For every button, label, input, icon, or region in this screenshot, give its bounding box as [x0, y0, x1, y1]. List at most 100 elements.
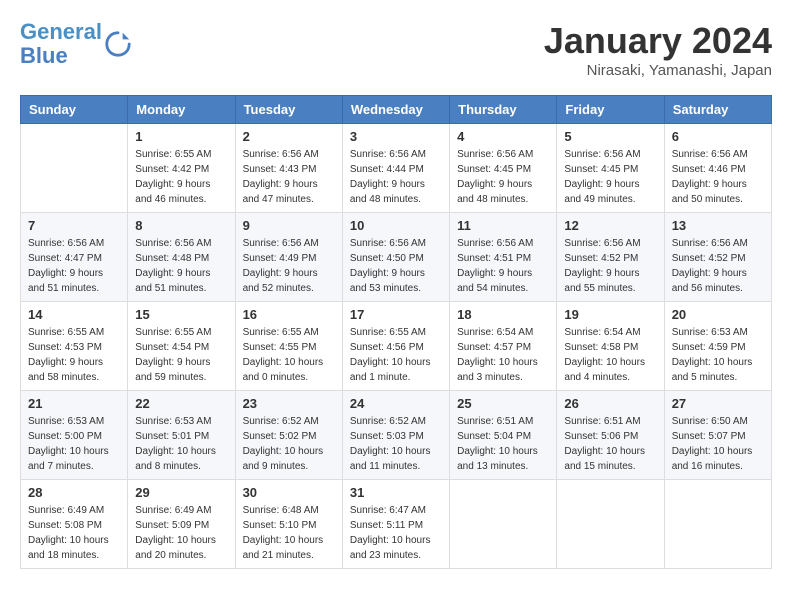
calendar-cell: 18 Sunrise: 6:54 AM Sunset: 4:57 PM Dayli… [450, 302, 557, 391]
day-number: 18 [457, 307, 549, 322]
calendar-cell: 24 Sunrise: 6:52 AM Sunset: 5:03 PM Dayli… [342, 391, 449, 480]
day-info: Sunrise: 6:55 AM Sunset: 4:53 PM Dayligh… [28, 325, 120, 385]
day-number: 22 [135, 396, 227, 411]
day-number: 31 [350, 485, 442, 500]
calendar-header-sunday: Sunday [21, 96, 128, 124]
calendar-header-saturday: Saturday [664, 96, 771, 124]
day-info: Sunrise: 6:54 AM Sunset: 4:57 PM Dayligh… [457, 325, 549, 385]
day-info: Sunrise: 6:56 AM Sunset: 4:51 PM Dayligh… [457, 236, 549, 296]
calendar-cell: 20 Sunrise: 6:53 AM Sunset: 4:59 PM Dayli… [664, 302, 771, 391]
day-info: Sunrise: 6:55 AM Sunset: 4:55 PM Dayligh… [243, 325, 335, 385]
day-info: Sunrise: 6:48 AM Sunset: 5:10 PM Dayligh… [243, 503, 335, 563]
calendar-cell: 2 Sunrise: 6:56 AM Sunset: 4:43 PM Daylig… [235, 124, 342, 213]
calendar-cell: 1 Sunrise: 6:55 AM Sunset: 4:42 PM Daylig… [128, 124, 235, 213]
calendar-cell: 13Sunrise: 6:56 AM Sunset: 4:52 PM Dayli… [664, 213, 771, 302]
calendar-cell [664, 480, 771, 569]
calendar-cell: 5Sunrise: 6:56 AM Sunset: 4:45 PM Daylig… [557, 124, 664, 213]
day-number: 5 [564, 129, 656, 144]
calendar-cell: 6 Sunrise: 6:56 AM Sunset: 4:46 PM Daylig… [664, 124, 771, 213]
calendar-week-1: 1 Sunrise: 6:55 AM Sunset: 4:42 PM Daylig… [21, 124, 772, 213]
day-number: 15 [135, 307, 227, 322]
day-info: Sunrise: 6:50 AM Sunset: 5:07 PM Dayligh… [672, 414, 764, 474]
day-info: Sunrise: 6:53 AM Sunset: 5:00 PM Dayligh… [28, 414, 120, 474]
day-number: 3 [350, 129, 442, 144]
title-block: January 2024 Nirasaki, Yamanashi, Japan [544, 20, 772, 79]
calendar-cell: 15 Sunrise: 6:55 AM Sunset: 4:54 PM Dayli… [128, 302, 235, 391]
day-info: Sunrise: 6:47 AM Sunset: 5:11 PM Dayligh… [350, 503, 442, 563]
calendar-cell: 16 Sunrise: 6:55 AM Sunset: 4:55 PM Dayli… [235, 302, 342, 391]
calendar-cell: 4 Sunrise: 6:56 AM Sunset: 4:45 PM Daylig… [450, 124, 557, 213]
day-info: Sunrise: 6:56 AM Sunset: 4:43 PM Dayligh… [243, 147, 335, 207]
day-number: 27 [672, 396, 764, 411]
calendar-cell: 22 Sunrise: 6:53 AM Sunset: 5:01 PM Dayli… [128, 391, 235, 480]
day-number: 19 [564, 307, 656, 322]
day-number: 2 [243, 129, 335, 144]
day-number: 6 [672, 129, 764, 144]
day-info: Sunrise: 6:52 AM Sunset: 5:02 PM Dayligh… [243, 414, 335, 474]
day-info: Sunrise: 6:56 AM Sunset: 4:49 PM Dayligh… [243, 236, 335, 296]
day-info: Sunrise: 6:55 AM Sunset: 4:56 PM Dayligh… [350, 325, 442, 385]
day-number: 9 [243, 218, 335, 233]
day-info: Sunrise: 6:53 AM Sunset: 5:01 PM Dayligh… [135, 414, 227, 474]
calendar-header-friday: Friday [557, 96, 664, 124]
calendar-week-2: 7Sunrise: 6:56 AM Sunset: 4:47 PM Daylig… [21, 213, 772, 302]
day-number: 20 [672, 307, 764, 322]
day-number: 14 [28, 307, 120, 322]
day-number: 26 [564, 396, 656, 411]
calendar-week-3: 14 Sunrise: 6:55 AM Sunset: 4:53 PM Dayli… [21, 302, 772, 391]
logo: General Blue [20, 20, 132, 68]
day-number: 30 [243, 485, 335, 500]
calendar-cell: 31 Sunrise: 6:47 AM Sunset: 5:11 PM Dayli… [342, 480, 449, 569]
page-header: General Blue January 2024 Nirasaki, Yama… [20, 20, 772, 79]
day-number: 28 [28, 485, 120, 500]
calendar-cell: 10 Sunrise: 6:56 AM Sunset: 4:50 PM Dayli… [342, 213, 449, 302]
logo-icon [104, 30, 132, 58]
day-number: 24 [350, 396, 442, 411]
day-info: Sunrise: 6:56 AM Sunset: 4:52 PM Dayligh… [564, 236, 656, 296]
day-number: 16 [243, 307, 335, 322]
location: Nirasaki, Yamanashi, Japan [544, 62, 772, 79]
day-info: Sunrise: 6:56 AM Sunset: 4:46 PM Dayligh… [672, 147, 764, 207]
calendar-cell: 7Sunrise: 6:56 AM Sunset: 4:47 PM Daylig… [21, 213, 128, 302]
logo-text: General Blue [20, 20, 102, 68]
calendar-cell: 21 Sunrise: 6:53 AM Sunset: 5:00 PM Dayli… [21, 391, 128, 480]
calendar-cell [450, 480, 557, 569]
day-number: 29 [135, 485, 227, 500]
day-info: Sunrise: 6:51 AM Sunset: 5:06 PM Dayligh… [564, 414, 656, 474]
day-number: 21 [28, 396, 120, 411]
calendar-cell: 3Sunrise: 6:56 AM Sunset: 4:44 PM Daylig… [342, 124, 449, 213]
calendar-week-4: 21 Sunrise: 6:53 AM Sunset: 5:00 PM Dayli… [21, 391, 772, 480]
day-info: Sunrise: 6:56 AM Sunset: 4:50 PM Dayligh… [350, 236, 442, 296]
day-number: 17 [350, 307, 442, 322]
day-info: Sunrise: 6:55 AM Sunset: 4:42 PM Dayligh… [135, 147, 227, 207]
calendar-cell: 26 Sunrise: 6:51 AM Sunset: 5:06 PM Dayli… [557, 391, 664, 480]
day-number: 12 [564, 218, 656, 233]
calendar-cell: 25 Sunrise: 6:51 AM Sunset: 5:04 PM Dayli… [450, 391, 557, 480]
calendar-header-row: SundayMondayTuesdayWednesdayThursdayFrid… [21, 96, 772, 124]
day-info: Sunrise: 6:51 AM Sunset: 5:04 PM Dayligh… [457, 414, 549, 474]
day-info: Sunrise: 6:49 AM Sunset: 5:09 PM Dayligh… [135, 503, 227, 563]
day-number: 4 [457, 129, 549, 144]
day-info: Sunrise: 6:56 AM Sunset: 4:45 PM Dayligh… [457, 147, 549, 207]
calendar-cell: 11 Sunrise: 6:56 AM Sunset: 4:51 PM Dayli… [450, 213, 557, 302]
day-info: Sunrise: 6:56 AM Sunset: 4:48 PM Dayligh… [135, 236, 227, 296]
calendar-cell: 8Sunrise: 6:56 AM Sunset: 4:48 PM Daylig… [128, 213, 235, 302]
day-info: Sunrise: 6:55 AM Sunset: 4:54 PM Dayligh… [135, 325, 227, 385]
day-number: 25 [457, 396, 549, 411]
calendar-cell: 17 Sunrise: 6:55 AM Sunset: 4:56 PM Dayli… [342, 302, 449, 391]
calendar-header-thursday: Thursday [450, 96, 557, 124]
day-info: Sunrise: 6:53 AM Sunset: 4:59 PM Dayligh… [672, 325, 764, 385]
calendar-header-tuesday: Tuesday [235, 96, 342, 124]
calendar-cell [21, 124, 128, 213]
calendar-cell: 29 Sunrise: 6:49 AM Sunset: 5:09 PM Dayli… [128, 480, 235, 569]
calendar-cell [557, 480, 664, 569]
calendar-cell: 30 Sunrise: 6:48 AM Sunset: 5:10 PM Dayli… [235, 480, 342, 569]
calendar-week-5: 28Sunrise: 6:49 AM Sunset: 5:08 PM Dayli… [21, 480, 772, 569]
day-number: 10 [350, 218, 442, 233]
day-number: 11 [457, 218, 549, 233]
calendar-cell: 12 Sunrise: 6:56 AM Sunset: 4:52 PM Dayli… [557, 213, 664, 302]
day-info: Sunrise: 6:56 AM Sunset: 4:52 PM Dayligh… [672, 236, 764, 296]
calendar-cell: 27 Sunrise: 6:50 AM Sunset: 5:07 PM Dayli… [664, 391, 771, 480]
day-info: Sunrise: 6:52 AM Sunset: 5:03 PM Dayligh… [350, 414, 442, 474]
day-number: 1 [135, 129, 227, 144]
